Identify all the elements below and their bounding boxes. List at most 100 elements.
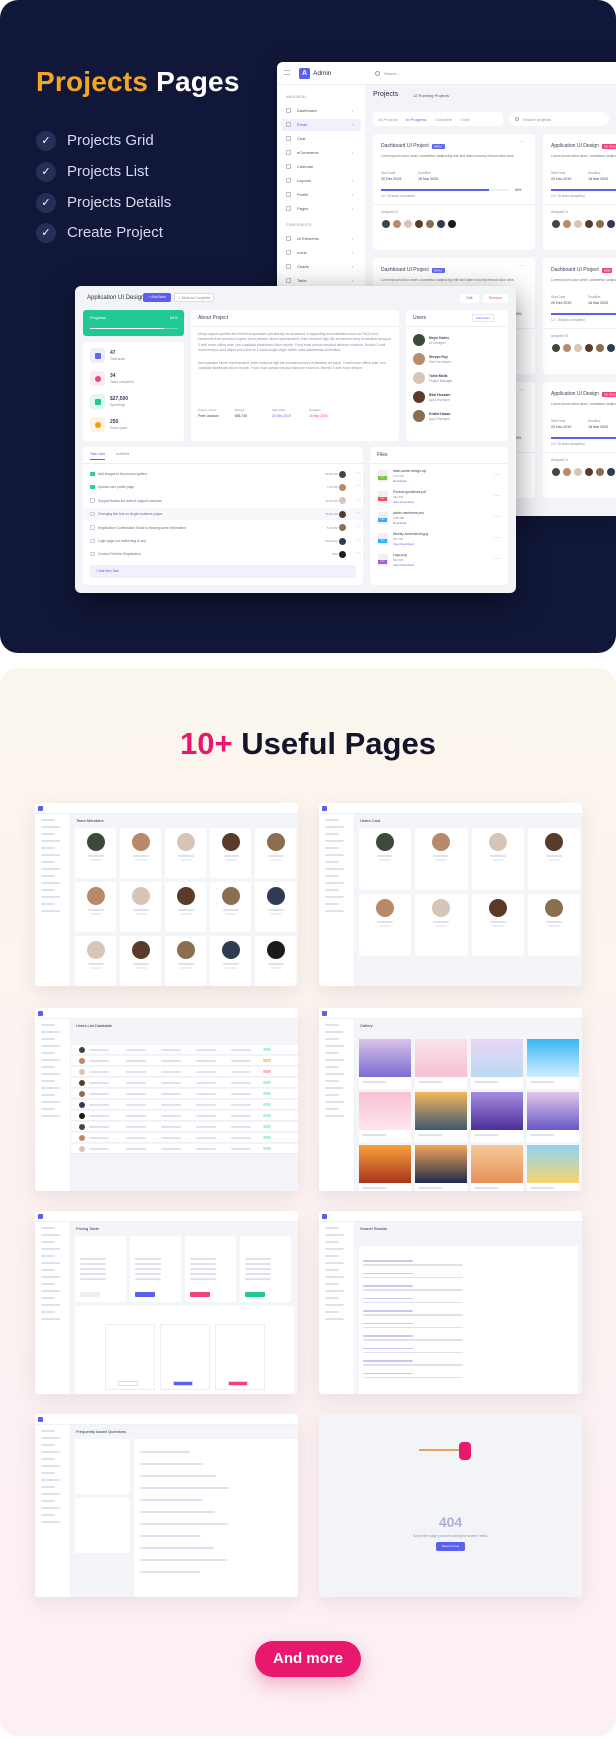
sidebar-item-calendar[interactable]: Calendar (281, 161, 361, 173)
add-new-button[interactable]: + Add New (143, 293, 171, 302)
search-input[interactable]: Search... (384, 71, 400, 76)
more-options-icon[interactable]: ⋯ (494, 493, 499, 499)
avatar[interactable] (403, 219, 413, 229)
gallery-item[interactable] (471, 1039, 523, 1089)
page-preview-pricing[interactable]: Pricing Table (35, 1211, 298, 1394)
get-started-button[interactable] (173, 1381, 193, 1386)
avatar[interactable] (606, 219, 616, 229)
more-options-icon[interactable]: ⋯ (356, 537, 361, 543)
member-card[interactable] (255, 936, 296, 986)
task-checkbox[interactable]: ✓ (90, 471, 95, 476)
member-card[interactable] (527, 828, 580, 890)
avatar[interactable] (595, 343, 605, 353)
gallery-item[interactable] (471, 1145, 523, 1191)
member-card[interactable] (210, 882, 251, 932)
get-started-button[interactable] (190, 1292, 210, 1297)
more-options-icon[interactable]: ⋯ (356, 497, 361, 503)
member-card[interactable] (75, 882, 116, 932)
avatar[interactable] (606, 467, 616, 477)
project-search[interactable]: Search projects (509, 112, 609, 126)
get-started-button[interactable] (135, 1292, 155, 1297)
avatar[interactable] (573, 343, 583, 353)
tab-all-projects[interactable]: All Projects (378, 117, 398, 122)
more-options-icon[interactable]: ⋯ (494, 472, 499, 478)
gallery-item[interactable] (415, 1092, 467, 1142)
page-preview-404[interactable]: 404 Sorry! the page you are looking for d… (319, 1414, 582, 1597)
project-card[interactable]: Application UI DesignON HOLD···Lorem ips… (543, 134, 616, 250)
avatar[interactable] (436, 219, 446, 229)
task-checkbox[interactable] (90, 498, 95, 503)
gallery-item[interactable] (359, 1145, 411, 1191)
tab-in-progress[interactable]: In Progress (406, 117, 426, 122)
member-card[interactable] (415, 828, 468, 890)
sidebar-item-profile[interactable]: Profile › (281, 189, 361, 201)
sidebar-item-charts[interactable]: Charts › (281, 261, 361, 273)
sidebar-item-chat[interactable]: Chat (281, 133, 361, 145)
page-preview-users[interactable]: Users Card (319, 803, 582, 986)
page-preview-table[interactable]: Users List Datatable (35, 1008, 298, 1191)
gallery-item[interactable] (359, 1039, 411, 1089)
gallery-item[interactable] (527, 1092, 579, 1142)
hamburger-icon[interactable] (284, 70, 290, 75)
more-options-icon[interactable]: ··· (519, 139, 525, 145)
member-card[interactable] (359, 828, 412, 890)
get-started-button[interactable] (80, 1292, 100, 1297)
tab-complete[interactable]: Complete (435, 117, 452, 122)
member-card[interactable] (210, 828, 251, 878)
page-preview-team[interactable]: Team Members (35, 803, 298, 986)
avatar[interactable] (447, 219, 457, 229)
avatar[interactable] (595, 219, 605, 229)
tab-activities[interactable]: Activities (116, 452, 129, 456)
get-started-button[interactable] (118, 1381, 138, 1386)
avatar[interactable] (584, 219, 594, 229)
member-card[interactable] (255, 882, 296, 932)
mark-complete-button[interactable]: ✓ Mark as Complete (174, 293, 214, 302)
more-options-icon[interactable]: ··· (519, 387, 525, 393)
project-card[interactable]: Dashboard UI ProjectEARLY ··· Lorem ipsum … (373, 134, 535, 250)
more-options-icon[interactable]: ⋯ (494, 535, 499, 541)
more-options-icon[interactable]: ⋯ (356, 524, 361, 530)
task-checkbox[interactable] (90, 551, 95, 557)
member-card[interactable] (165, 882, 206, 932)
member-card[interactable] (120, 882, 161, 932)
avatar[interactable] (562, 219, 572, 229)
sidebar-item-email[interactable]: Email › (281, 119, 361, 131)
more-options-icon[interactable]: ⋯ (356, 470, 361, 476)
file-links[interactable]: View Download (393, 542, 414, 546)
tab-task-lists[interactable]: Task Lists (90, 452, 105, 460)
gallery-item[interactable] (527, 1039, 579, 1089)
avatar[interactable] (584, 467, 594, 477)
more-options-icon[interactable]: ⋯ (356, 483, 361, 489)
more-options-icon[interactable]: ⋯ (356, 550, 361, 556)
member-card[interactable] (415, 894, 468, 956)
avatar[interactable] (551, 343, 561, 353)
avatar[interactable] (551, 467, 561, 477)
tab-draft[interactable]: Draft (461, 117, 470, 122)
more-options-icon[interactable]: ⋯ (494, 556, 499, 562)
remove-button[interactable]: Remove (483, 294, 508, 303)
member-card[interactable] (75, 936, 116, 986)
avatar[interactable] (562, 343, 572, 353)
avatar[interactable] (606, 343, 616, 353)
avatar[interactable] (381, 219, 391, 229)
page-preview-faq[interactable]: Frequently Asked Questions (35, 1414, 298, 1597)
avatar[interactable] (562, 467, 572, 477)
avatar[interactable] (573, 219, 583, 229)
member-card[interactable] (471, 894, 524, 956)
task-checkbox[interactable] (90, 538, 95, 543)
task-checkbox[interactable] (90, 511, 95, 517)
get-started-button[interactable] (228, 1381, 248, 1386)
sidebar-item-icons[interactable]: Icons › (281, 247, 361, 259)
gallery-item[interactable] (527, 1145, 579, 1191)
task-checkbox[interactable] (90, 525, 95, 530)
sidebar-item-ecommerce[interactable]: eCommerce › (281, 147, 361, 159)
avatar[interactable] (573, 467, 583, 477)
member-card[interactable] (527, 894, 580, 956)
avatar[interactable] (551, 219, 561, 229)
add-task-button[interactable]: + Add New Task (90, 565, 356, 578)
member-card[interactable] (471, 828, 524, 890)
sidebar-item-layouts[interactable]: Layouts › (281, 175, 361, 187)
member-card[interactable] (75, 828, 116, 878)
add-users-button[interactable]: Add Users (472, 314, 495, 322)
member-card[interactable] (165, 936, 206, 986)
